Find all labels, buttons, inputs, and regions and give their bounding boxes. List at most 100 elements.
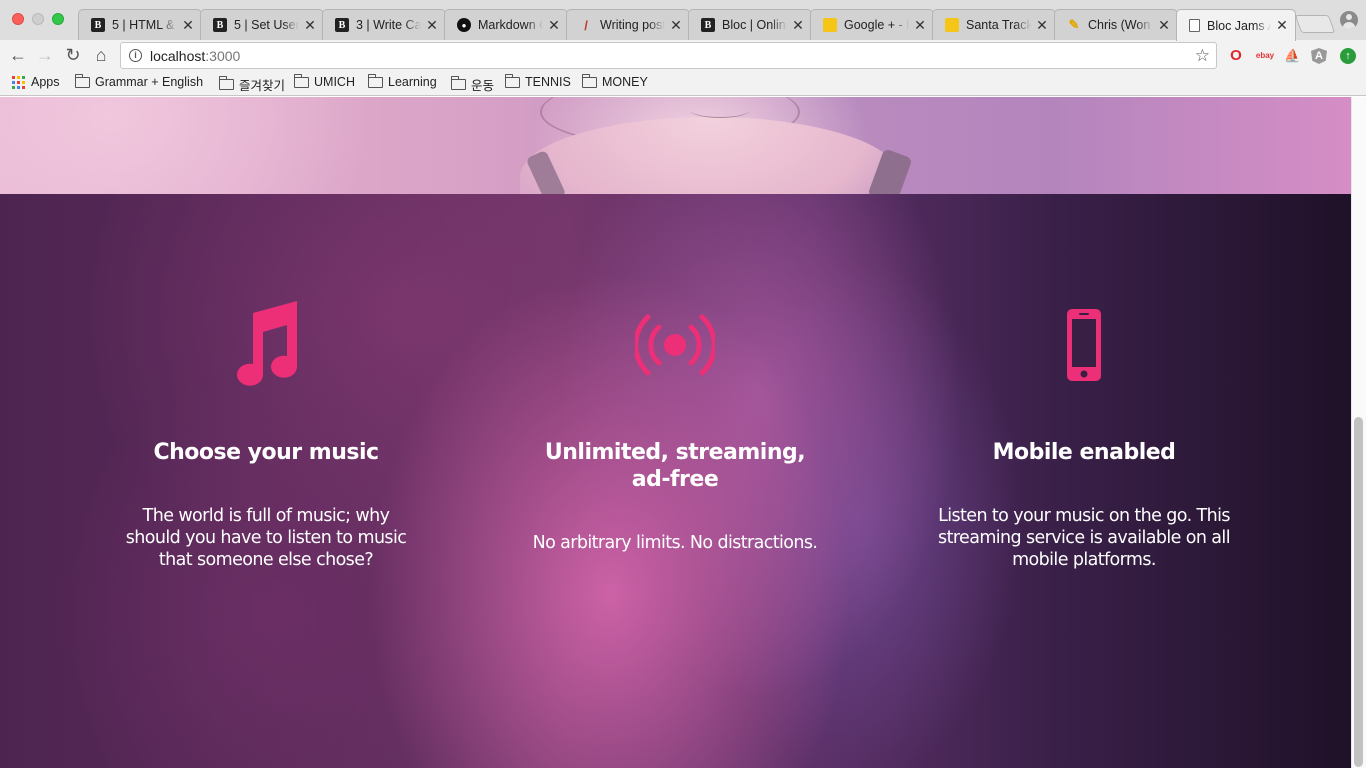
angular-icon[interactable]: A — [1311, 48, 1327, 64]
tab-strip: B 5 | HTML & ✕ B 5 | Set User ✕ B 3 | Wr… — [0, 0, 1366, 41]
scrollbar-thumb[interactable] — [1354, 417, 1363, 767]
tab-title: 5 | Set User — [234, 18, 299, 32]
feature-description: No arbitrary limits. No distractions. — [532, 533, 818, 553]
bookmark-label: 운동 — [471, 79, 495, 93]
broadcast-icon — [525, 300, 825, 390]
hero-necklace-shape — [690, 102, 750, 118]
bookmark-label: MONEY — [602, 75, 648, 89]
close-icon[interactable]: ✕ — [547, 17, 561, 34]
folder-icon — [219, 76, 234, 90]
bookmark-folder-umich[interactable]: UMICH — [294, 73, 355, 89]
bookmark-label: Learning — [388, 75, 437, 89]
new-tab-button[interactable] — [1294, 15, 1336, 33]
folder-icon — [451, 76, 466, 90]
tab-1[interactable]: B 5 | HTML & ✕ — [78, 9, 202, 40]
update-icon[interactable]: ↑ — [1340, 48, 1356, 64]
tab-title: Markdown C — [478, 18, 543, 32]
forward-arrow-icon[interactable]: → — [34, 44, 56, 66]
ebay-icon[interactable]: ebay — [1254, 48, 1276, 64]
folder-icon — [582, 73, 597, 88]
bloc-icon: B — [701, 18, 715, 32]
bookmark-label: 즐겨찾기 — [239, 79, 286, 93]
tab-4[interactable]: ● Markdown C ✕ — [444, 9, 568, 40]
folder-icon — [368, 73, 383, 88]
bookmark-star-icon[interactable]: ☆ — [1195, 46, 1210, 66]
bookmarks-bar: Apps Grammar + English 즐겨찾기 UMICH Learni… — [0, 70, 1366, 96]
hero-image — [0, 97, 1351, 237]
page-icon — [1189, 19, 1200, 32]
bookmark-label: TENNIS — [525, 75, 571, 89]
tab-title: Writing post — [600, 18, 665, 32]
bookmark-label: UMICH — [314, 75, 355, 89]
sheets-icon — [823, 18, 837, 32]
page-scrollbar[interactable] — [1351, 97, 1366, 768]
url-host: localhost — [150, 47, 206, 64]
folder-icon — [294, 73, 309, 88]
close-icon[interactable]: ✕ — [913, 17, 927, 34]
tab-6[interactable]: B Bloc | Online ✕ — [688, 9, 812, 40]
tab-title: Santa Track — [966, 18, 1031, 32]
feature-title: Unlimited, streaming, ad-free — [544, 440, 806, 492]
tab-2[interactable]: B 5 | Set User ✕ — [200, 9, 324, 40]
close-icon[interactable]: ✕ — [181, 17, 195, 34]
bookmark-folder-tennis[interactable]: TENNIS — [505, 73, 571, 89]
mobile-phone-icon — [934, 300, 1234, 390]
close-icon[interactable]: ✕ — [303, 17, 317, 34]
pen-icon: / — [584, 17, 588, 33]
tab-title: 3 | Write Ca — [356, 18, 421, 32]
bookmark-folder-learning[interactable]: Learning — [368, 73, 437, 89]
feature-title: Choose your music — [153, 440, 379, 465]
zoom-window-button[interactable] — [52, 13, 64, 25]
close-icon[interactable]: ✕ — [1275, 17, 1289, 34]
tab-5[interactable]: / Writing post ✕ — [566, 9, 690, 40]
tab-3[interactable]: B 3 | Write Ca ✕ — [322, 9, 446, 40]
tab-title: Bloc | Online — [722, 18, 787, 32]
tab-active[interactable]: Bloc Jams A ✕ — [1176, 9, 1296, 41]
music-note-icon — [116, 300, 416, 390]
bookmark-label: Apps — [31, 75, 60, 89]
close-icon[interactable]: ✕ — [669, 17, 683, 34]
close-icon[interactable]: ✕ — [791, 17, 805, 34]
folder-icon — [505, 73, 520, 88]
close-icon[interactable]: ✕ — [1035, 17, 1049, 34]
close-icon[interactable]: ✕ — [1157, 17, 1171, 34]
tab-title: Bloc Jams A — [1207, 18, 1271, 33]
url-port: :3000 — [205, 47, 241, 64]
page-viewport: Choose your music The world is full of m… — [0, 97, 1366, 768]
profile-icon[interactable] — [1340, 11, 1358, 29]
bookmark-folder-exercise[interactable]: 운동 — [451, 75, 494, 94]
bloc-icon: B — [335, 18, 349, 32]
home-icon[interactable]: ⌂ — [90, 44, 112, 66]
apps-grid-icon — [12, 75, 25, 89]
feature-title: Mobile enabled — [992, 440, 1176, 465]
opera-icon[interactable]: O — [1228, 48, 1244, 64]
bookmark-label: Grammar + English — [95, 75, 204, 89]
feature-description: The world is full of music; why should y… — [125, 506, 407, 570]
bloc-icon: B — [213, 18, 227, 32]
address-url[interactable]: localhost:3000 — [150, 48, 240, 64]
address-bar[interactable]: i localhost:3000 ☆ — [120, 42, 1217, 69]
close-window-button[interactable] — [12, 13, 24, 25]
bloc-icon: B — [91, 18, 105, 32]
bookmark-folder-money[interactable]: MONEY — [582, 73, 648, 89]
reload-icon[interactable]: ↻ — [62, 44, 84, 66]
bookmark-apps[interactable]: Apps — [12, 75, 60, 89]
github-icon: ● — [457, 18, 471, 32]
back-arrow-icon[interactable]: ← — [7, 44, 29, 66]
tab-title: Google + - l — [844, 18, 909, 32]
bookmark-folder-grammar[interactable]: Grammar + English — [75, 73, 204, 89]
browser-toolbar: ← → ↻ ⌂ i localhost:3000 ☆ O ebay ⛵ A ↑ — [0, 40, 1366, 70]
close-icon[interactable]: ✕ — [425, 17, 439, 34]
ship-icon[interactable]: ⛵ — [1284, 48, 1300, 64]
minimize-window-button[interactable] — [32, 13, 44, 25]
bookmark-folder-favorites[interactable]: 즐겨찾기 — [219, 75, 285, 94]
folder-icon — [75, 73, 90, 88]
tab-9[interactable]: ✎ Chris (Won ✕ — [1054, 9, 1178, 40]
info-icon[interactable]: i — [129, 49, 142, 62]
sheets-icon — [945, 18, 959, 32]
tab-8[interactable]: Santa Track ✕ — [932, 9, 1056, 40]
tab-7[interactable]: Google + - l ✕ — [810, 9, 934, 40]
tab-title: Chris (Won — [1088, 18, 1151, 32]
selling-points-section: Choose your music The world is full of m… — [0, 194, 1351, 768]
pencil-icon: ✎ — [1068, 17, 1080, 32]
